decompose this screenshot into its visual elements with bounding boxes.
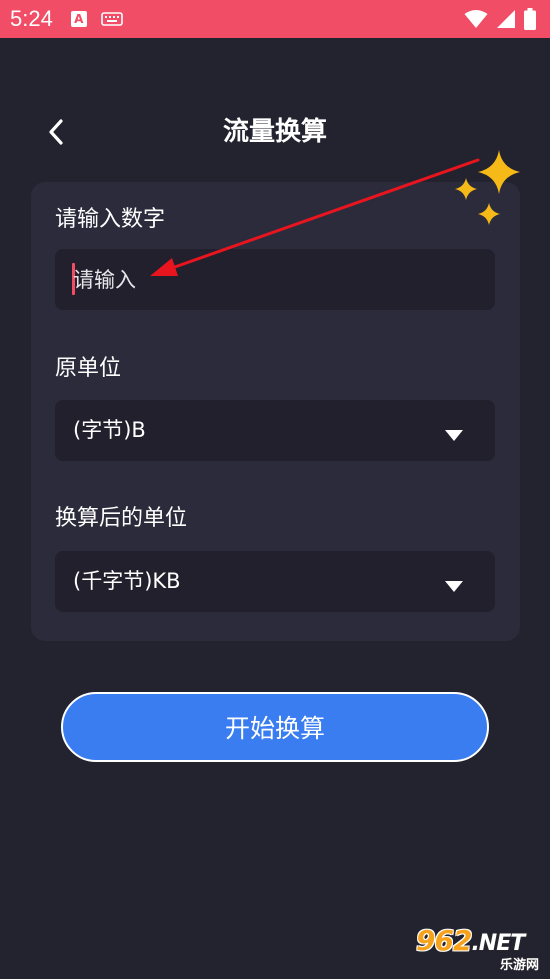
watermark-text: 乐游网 — [499, 958, 539, 973]
target-unit-select[interactable]: (千字节)KB — [55, 551, 495, 612]
wifi-icon — [464, 10, 488, 28]
source-unit-label: 原单位 — [55, 356, 122, 381]
status-time: 5:24 — [10, 6, 53, 31]
number-input[interactable] — [73, 249, 473, 310]
conversion-form-card: 请输入数字 原单位 (字节)B 换算后的单位 (千字节)KB — [31, 182, 520, 641]
caret-down-icon — [445, 581, 463, 592]
status-icons — [464, 8, 536, 30]
watermark-logo: 962.NET — [416, 924, 525, 957]
notification-app-icon: A — [70, 11, 87, 27]
source-unit-value: (字节)B — [73, 418, 146, 442]
site-watermark: 962.NET 乐游网 — [410, 924, 545, 973]
status-bar: 5:24 A — [0, 0, 550, 38]
keyboard-icon — [101, 11, 123, 27]
page-header: 流量换算 — [0, 100, 550, 164]
battery-icon — [524, 8, 536, 30]
source-unit-select[interactable]: (字节)B — [55, 400, 495, 461]
number-label: 请输入数字 — [55, 207, 166, 232]
page-title: 流量换算 — [222, 117, 327, 147]
back-button[interactable] — [40, 114, 72, 150]
chevron-left-icon — [49, 119, 63, 145]
start-conversion-button[interactable]: 开始换算 — [61, 692, 489, 762]
caret-down-icon — [445, 430, 463, 441]
target-unit-label: 换算后的单位 — [55, 506, 188, 531]
number-input-box[interactable] — [55, 249, 495, 310]
target-unit-value: (千字节)KB — [73, 569, 181, 593]
signal-icon — [497, 10, 515, 28]
